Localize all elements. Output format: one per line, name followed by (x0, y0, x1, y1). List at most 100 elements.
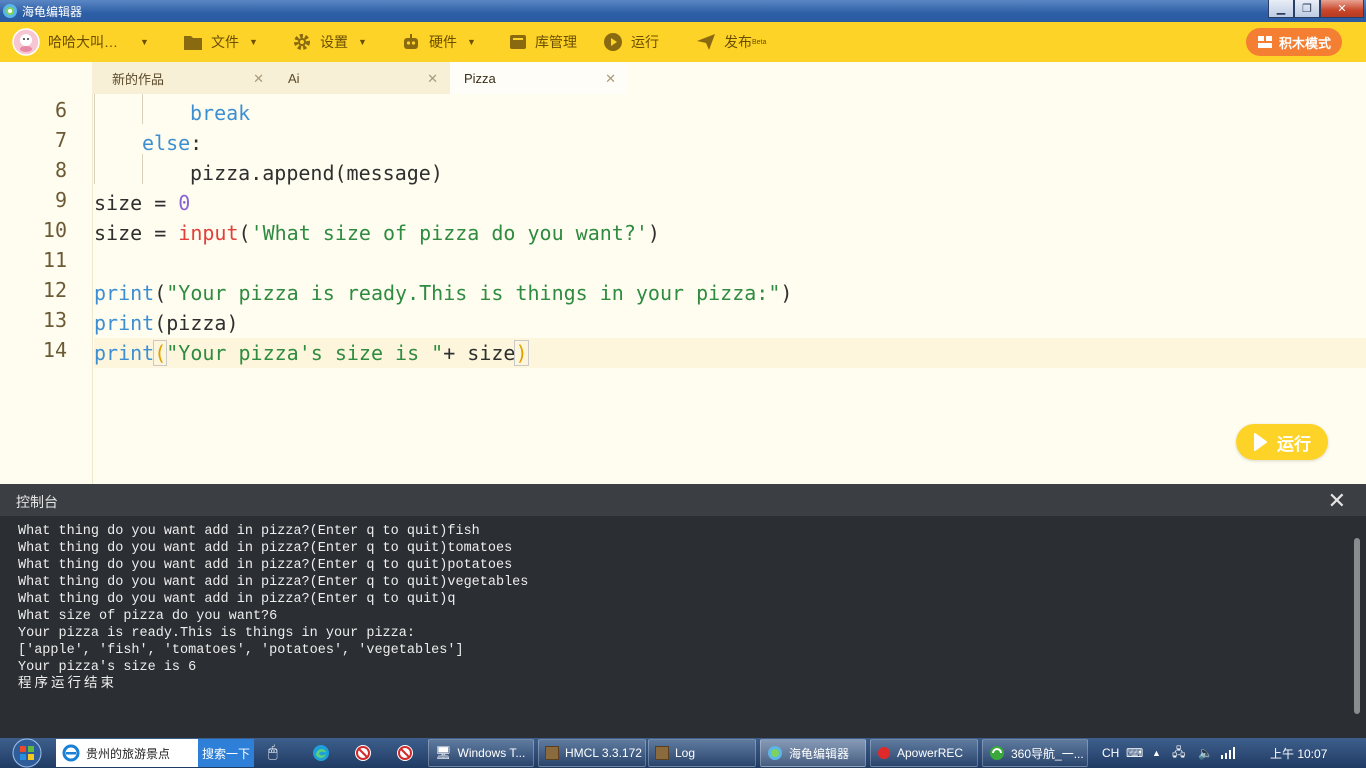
taskbar-item-log[interactable]: Log (648, 739, 756, 767)
network-adapter-icon[interactable]: 🖧 (1172, 738, 1185, 768)
close-icon[interactable]: ✕ (1328, 488, 1346, 514)
tab-label: Pizza (464, 70, 496, 86)
pinned-app[interactable] (354, 738, 372, 768)
ie-icon (62, 744, 80, 762)
menu-publish-label: 发布 (724, 34, 752, 50)
menu-hardware[interactable]: 硬件 ▼ (401, 22, 476, 62)
console-title: 控制台 (16, 494, 58, 510)
code-line: break (94, 98, 1366, 128)
signal-icon[interactable] (1220, 738, 1236, 768)
chevron-down-icon: ▼ (140, 37, 149, 47)
avatar (12, 28, 40, 56)
window-controls: ▁ ❐ ✕ (1268, 0, 1364, 18)
minimize-button[interactable]: ▁ (1268, 0, 1294, 18)
menu-settings[interactable]: 设置 ▼ (292, 22, 367, 62)
line-number: 6 (54, 98, 67, 122)
close-icon[interactable]: ✕ (253, 71, 264, 87)
line-number: 12 (42, 278, 67, 302)
code-token: size = (94, 191, 179, 215)
menu-publish[interactable]: 发布 Beta (696, 22, 766, 62)
code-token: ) (647, 221, 660, 245)
code-line: else: (94, 128, 1366, 158)
taskbar-search-button[interactable]: 搜索一下 (198, 739, 254, 767)
run-button[interactable]: 运行 (1236, 424, 1328, 460)
signal-bars-icon (1221, 747, 1235, 759)
user-name: 哈哈大叫… (48, 34, 118, 50)
line-number: 11 (42, 248, 67, 272)
turtle-app-icon (3, 4, 17, 18)
code-area[interactable]: break else: pizza.append(message) size =… (94, 94, 1366, 484)
language-indicator[interactable]: CH (1102, 738, 1119, 768)
line-number: 14 (42, 338, 67, 362)
close-icon[interactable]: ✕ (605, 71, 616, 87)
maximize-button[interactable]: ❐ (1294, 0, 1320, 18)
start-button[interactable] (4, 738, 50, 768)
robot-icon (404, 34, 418, 49)
window-title: 海龟编辑器 (22, 5, 83, 19)
pinned-edge[interactable] (312, 738, 330, 768)
console-line: 程序运行结束 (18, 677, 117, 692)
taskbar-item-hmcl[interactable]: HMCL 3.3.172 (538, 739, 646, 767)
code-token: size = (94, 221, 179, 245)
taskbar-item-label: Windows T... (457, 746, 526, 760)
browser-360-icon (990, 746, 1004, 760)
keyboard-icon[interactable]: ⌨ (1126, 738, 1143, 768)
taskbar-item-apowerrec[interactable]: ApowerREC (870, 739, 978, 767)
string-token: "Your pizza's size is " (166, 341, 444, 365)
window-title-bar: 海龟编辑器 ▁ ❐ ✕ (0, 0, 1366, 22)
taskbar-item-windows-terminal[interactable]: 🖥 Windows T... (428, 739, 534, 767)
code-token: (pizza) (154, 311, 239, 335)
close-icon[interactable]: ✕ (427, 71, 438, 87)
console-line: What thing do you want add in pizza?(Ent… (18, 592, 456, 607)
menu-settings-label: 设置 (320, 34, 348, 50)
main-toolbar: 哈哈大叫… ▼ 文件 ▼ 设置 ▼ 硬件 ▼ 库管理 运行 发布 Beta 积木… (0, 22, 1366, 62)
taskbar-item-label: 海龟编辑器 (789, 746, 850, 761)
menu-file[interactable]: 文件 ▼ (183, 22, 258, 62)
code-token: pizza.append(message) (190, 161, 443, 185)
minecraft-block-icon (655, 746, 669, 760)
code-line: print(pizza) (94, 308, 1366, 338)
taskbar-search-field[interactable]: 贵州的旅游景点 (56, 739, 198, 767)
clock[interactable]: 上午 10:07 (1270, 738, 1327, 768)
user-menu[interactable]: 哈哈大叫… ▼ (12, 22, 149, 62)
block-mode-button[interactable]: 积木模式 (1246, 28, 1342, 56)
console-output: What thing do you want add in pizza?(Ent… (0, 516, 1366, 738)
bracket-match: ( (153, 340, 168, 366)
windows-taskbar: 贵州的旅游景点 搜索一下 🖱 🖥 Windows T... HMCL 3.3.1… (0, 738, 1366, 768)
block-mode-label: 积木模式 (1278, 35, 1331, 51)
blocks-icon (1257, 36, 1272, 48)
line-number: 7 (54, 128, 67, 152)
taskbar-item-turtle-editor[interactable]: 海龟编辑器 (760, 739, 866, 767)
menu-run-label: 运行 (631, 34, 659, 50)
close-window-button[interactable]: ✕ (1320, 0, 1364, 18)
console-scrollbar[interactable] (1354, 538, 1360, 714)
code-line-current: print("Your pizza's size is "+ size) (94, 338, 1366, 368)
code-token: + size (443, 341, 516, 365)
monitor-icon: 🖥 (435, 745, 452, 760)
builtin-token: print (94, 281, 155, 305)
menu-library[interactable]: 库管理 (509, 22, 577, 62)
record-icon (878, 747, 890, 759)
taskbar-item-label: 360导航_一... (1011, 746, 1084, 761)
chevron-down-icon: ▼ (249, 37, 258, 47)
line-number: 8 (54, 158, 67, 182)
menu-hardware-label: 硬件 (429, 34, 457, 50)
pinned-mouse-tool[interactable]: 🖱 (268, 738, 278, 768)
console-line: What thing do you want add in pizza?(Ent… (18, 575, 529, 590)
tab-new-work[interactable]: 新的作品 ✕ (92, 62, 276, 94)
tab-label: Ai (288, 70, 300, 86)
search-text: 贵州的旅游景点 (86, 746, 171, 761)
chevron-down-icon: ▼ (467, 37, 476, 47)
volume-icon[interactable]: 🔈 (1198, 738, 1213, 768)
tab-pizza[interactable]: Pizza ✕ (450, 62, 628, 94)
tab-ai[interactable]: Ai ✕ (274, 62, 450, 94)
turtle-app-icon (768, 746, 782, 760)
show-hidden-icons-icon[interactable]: ▲ (1152, 738, 1161, 768)
code-editor[interactable]: 6 7 8 9 10 11 12 13 14 break else: pizza… (0, 94, 1366, 484)
number-token: 0 (178, 191, 191, 215)
pinned-app[interactable] (396, 738, 414, 768)
taskbar-item-360-browser[interactable]: 360导航_一... (982, 739, 1088, 767)
menu-run[interactable]: 运行 (603, 22, 659, 62)
blocked-app-icon (397, 745, 413, 761)
keyword-token: break (190, 101, 251, 125)
